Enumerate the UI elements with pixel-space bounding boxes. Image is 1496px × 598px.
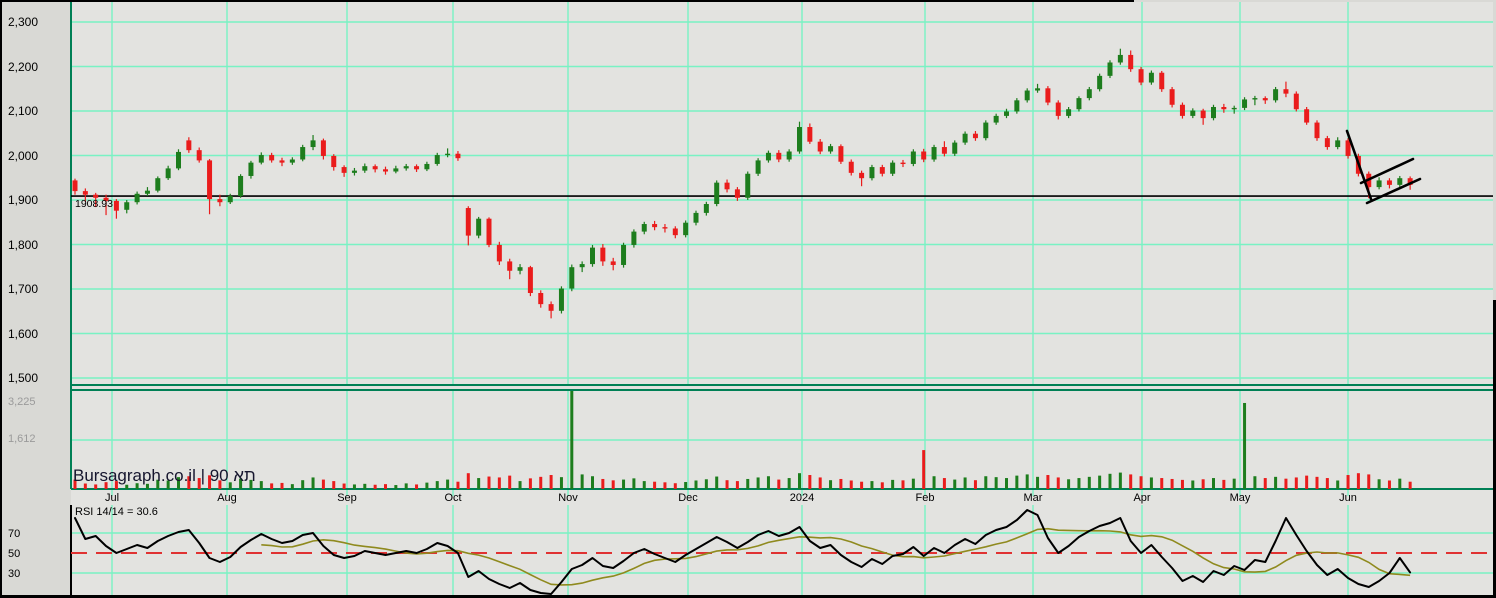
month-label-mar: Mar [1023, 492, 1043, 504]
month-label-dec: Dec [678, 492, 698, 504]
candlestick-chart-canvas[interactable] [0, 0, 1496, 598]
month-label-jul: Jul [104, 492, 120, 504]
price-tick-label: 1,600 [8, 326, 39, 341]
rsi-tick-label: 70 [8, 528, 21, 540]
month-label-2024: 2024 [789, 492, 815, 504]
price-tick-label: 1,700 [8, 282, 39, 296]
watermark-brand-label: Bursagraph.co.il | 90 תא [73, 466, 256, 485]
reference-price-label: 1908.93 [75, 198, 113, 211]
price-tick-label: 2,100 [8, 104, 39, 118]
month-label-may: May [1229, 492, 1251, 504]
month-label-feb: Feb [915, 492, 935, 504]
price-tick-label: 2,000 [8, 148, 39, 163]
month-label-sep: Sep [337, 492, 357, 504]
month-label-oct: Oct [444, 492, 462, 504]
price-tick-label: 1,800 [8, 237, 39, 252]
price-tick-label: 1,500 [8, 371, 39, 385]
volume-tick-label: 1,612 [8, 433, 36, 445]
volume-tick-label: 3,225 [8, 396, 36, 408]
chart-window: 2,300 2,200 2,100 2,000 1,900 1,800 1,700 1,600… [0, 0, 1496, 598]
price-tick-label: 2,300 [8, 15, 39, 29]
rsi-indicator-label: RSI 14/14 = 30.6 [75, 506, 158, 518]
month-label-nov: Nov [558, 492, 578, 504]
price-tick-label: 1,900 [8, 193, 39, 207]
month-label-apr: Apr [1133, 492, 1151, 504]
month-label-aug: Aug [217, 492, 237, 504]
rsi-tick-label: 50 [8, 548, 21, 560]
price-tick-label: 2,200 [8, 59, 39, 74]
rsi-tick-label: 30 [8, 568, 21, 580]
month-label-jun: Jun [1339, 492, 1357, 504]
